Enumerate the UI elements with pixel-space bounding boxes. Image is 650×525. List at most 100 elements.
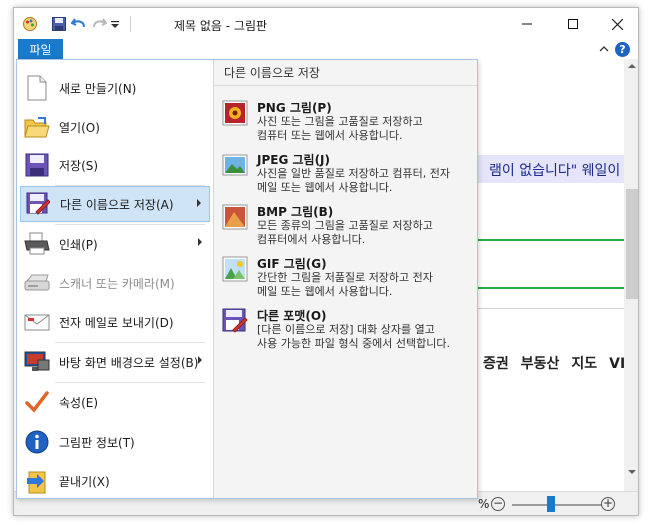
submenu-item-description: 모든 종류의 그림을 고품질로 저장하고 컴퓨터에서 사용합니다. (257, 219, 433, 246)
help-icon[interactable]: ? (615, 42, 630, 57)
canvas-nav-words: 증권 부동산 지도 VII (483, 353, 638, 373)
save-as-submenu: 다른 이름으로 저장 PNG 그림(P) 사진 또는 그림을 고품질로 저장하고… (214, 60, 477, 498)
submenu-item-description: 간단한 그림을 저품질로 저장하고 전자 메일 또는 웹에서 사용합니다. (257, 271, 433, 298)
title-bar: 제목 없음 - 그림판 (14, 8, 638, 40)
zoom-in-button[interactable]: + (601, 497, 615, 511)
menu-item-label: 다른 이름으로 저장(A) (60, 197, 174, 212)
menu-separator (55, 342, 205, 343)
window-title: 제목 없음 - 그림판 (174, 19, 268, 33)
menu-item-scanner[interactable]: 스캐너 또는 카메라(M) (20, 265, 210, 301)
checkmark-icon (25, 391, 49, 413)
menu-item-label: 인쇄(P) (59, 237, 98, 252)
scroll-up-icon[interactable] (628, 63, 636, 69)
ribbon-tab-row: 파일 ? (14, 39, 638, 59)
other-format-icon (222, 308, 248, 333)
paint-window: 제목 없음 - 그림판 파일 ? 램이 없습니다" 웨일이 증권 부동산 지도 VII (13, 7, 639, 516)
menu-item-save[interactable]: 저장(S) (20, 147, 210, 183)
submenu-item-description: 사진 또는 그림을 고품질로 저장하고 컴퓨터 또는 웹에서 사용합니다. (257, 115, 423, 142)
zoom-slider-track[interactable] (512, 504, 602, 506)
file-menu: 새로 만들기(N) 열기(O) 저장(S) 다른 이름으로 저장(A) 인쇄(P… (16, 59, 478, 499)
menu-item-email[interactable]: 전자 메일로 보내기(D) (20, 304, 210, 340)
ribbon-collapse-icon[interactable] (598, 43, 610, 55)
canvas-word: 증권 (483, 356, 509, 372)
open-folder-icon (24, 117, 50, 138)
submenu-item-bmp[interactable]: BMP 그림(B) 모든 종류의 그림을 고품질로 저장하고 컴퓨터에서 사용합… (220, 202, 475, 252)
canvas-area: 램이 없습니다" 웨일이 증권 부동산 지도 VII (478, 59, 638, 499)
canvas-word: 지도 (571, 356, 598, 372)
minimize-button[interactable] (504, 8, 550, 40)
menu-item-label: 열기(O) (59, 120, 100, 135)
submenu-arrow-icon (197, 199, 201, 207)
scrollbar-thumb[interactable] (626, 189, 638, 299)
bmp-picture-icon (222, 204, 248, 230)
canvas-divider (478, 308, 624, 309)
menu-item-new[interactable]: 새로 만들기(N) (20, 70, 210, 106)
menu-separator (55, 382, 205, 383)
save-disk-icon (25, 153, 49, 177)
file-menu-commands: 새로 만들기(N) 열기(O) 저장(S) 다른 이름으로 저장(A) 인쇄(P… (17, 60, 213, 498)
canvas-banner: 램이 없습니다" 웨일이 (478, 155, 624, 183)
gif-picture-icon (222, 256, 248, 282)
canvas-banner-text: 램이 없습니다" 웨일이 (489, 163, 621, 179)
save-icon[interactable] (51, 16, 67, 32)
png-picture-icon (222, 100, 248, 126)
jpeg-picture-icon (222, 154, 248, 176)
close-icon (611, 18, 623, 30)
file-tab[interactable]: 파일 (18, 39, 63, 59)
menu-item-label: 끝내기(X) (59, 474, 110, 489)
menu-separator (55, 224, 205, 225)
submenu-item-description: [다른 이름으로 저장] 대화 상자를 열고 사용 가능한 파일 형식 중에서 … (257, 323, 451, 350)
zoom-slider-thumb[interactable] (547, 496, 555, 512)
menu-item-label: 저장(S) (59, 158, 99, 173)
submenu-arrow-icon (198, 238, 202, 246)
vertical-scrollbar[interactable] (624, 59, 638, 499)
menu-item-label: 새로 만들기(N) (59, 81, 137, 96)
desktop-background-icon (24, 351, 50, 371)
submenu-arrow-icon (198, 356, 202, 364)
menu-item-label: 스캐너 또는 카메라(M) (59, 276, 175, 291)
scanner-icon (24, 274, 50, 291)
menu-item-exit[interactable]: 끝내기(X) (20, 463, 210, 499)
menu-item-save-as[interactable]: 다른 이름으로 저장(A) (20, 186, 210, 222)
scroll-down-icon[interactable] (628, 469, 636, 475)
menu-item-label: 속성(E) (59, 395, 99, 410)
submenu-item-other-format[interactable]: 다른 포맷(O) [다른 이름으로 저장] 대화 상자를 열고 사용 가능한 파… (220, 306, 475, 356)
submenu-item-jpeg[interactable]: JPEG 그림(J) 사진을 일반 품질로 저장하고 컴퓨터, 전자 메일 또는… (220, 150, 475, 200)
maximize-button[interactable] (550, 8, 596, 40)
email-icon (24, 314, 50, 331)
printer-icon (24, 232, 50, 255)
submenu-item-png[interactable]: PNG 그림(P) 사진 또는 그림을 고품질로 저장하고 컴퓨터 또는 웹에서… (220, 98, 475, 148)
submenu-item-description: 사진을 일반 품질로 저장하고 컴퓨터, 전자 메일 또는 웹에서 사용합니다. (257, 167, 451, 194)
zoom-out-button[interactable]: − (491, 497, 505, 511)
maximize-icon (568, 19, 578, 29)
menu-item-about[interactable]: 그림판 정보(T) (20, 424, 210, 460)
customize-qat-icon[interactable] (110, 16, 120, 32)
submenu-item-title: BMP 그림(B) (257, 205, 334, 219)
menu-item-label: 바탕 화면 배경으로 설정(B) (59, 355, 199, 370)
menu-item-open[interactable]: 열기(O) (20, 109, 210, 145)
minimize-icon (522, 23, 532, 25)
canvas-green-line (478, 239, 624, 241)
menu-item-print[interactable]: 인쇄(P) (20, 226, 210, 262)
submenu-item-title: PNG 그림(P) (257, 101, 332, 115)
submenu-item-gif[interactable]: GIF 그림(G) 간단한 그림을 저품질로 저장하고 전자 메일 또는 웹에서… (220, 254, 475, 304)
submenu-item-title: JPEG 그림(J) (257, 153, 330, 167)
menu-item-properties[interactable]: 속성(E) (20, 384, 210, 420)
submenu-header: 다른 이름으로 저장 (214, 60, 477, 86)
canvas-word: 부동산 (520, 356, 560, 372)
save-as-icon (26, 192, 50, 215)
canvas-green-line (478, 287, 624, 289)
exit-icon (27, 471, 46, 494)
menu-item-label: 전자 메일로 보내기(D) (59, 315, 174, 330)
undo-icon[interactable] (71, 16, 87, 32)
redo-icon[interactable] (91, 16, 107, 32)
submenu-item-title: GIF 그림(G) (257, 257, 327, 271)
menu-item-label: 그림판 정보(T) (59, 435, 135, 450)
new-file-icon (27, 75, 47, 101)
menu-item-set-desktop-background[interactable]: 바탕 화면 배경으로 설정(B) (20, 344, 210, 380)
paint-app-icon[interactable] (22, 16, 38, 32)
zoom-percent: % (478, 497, 490, 511)
close-button[interactable] (594, 8, 638, 40)
submenu-item-title: 다른 포맷(O) (257, 309, 327, 323)
info-icon (25, 430, 49, 454)
